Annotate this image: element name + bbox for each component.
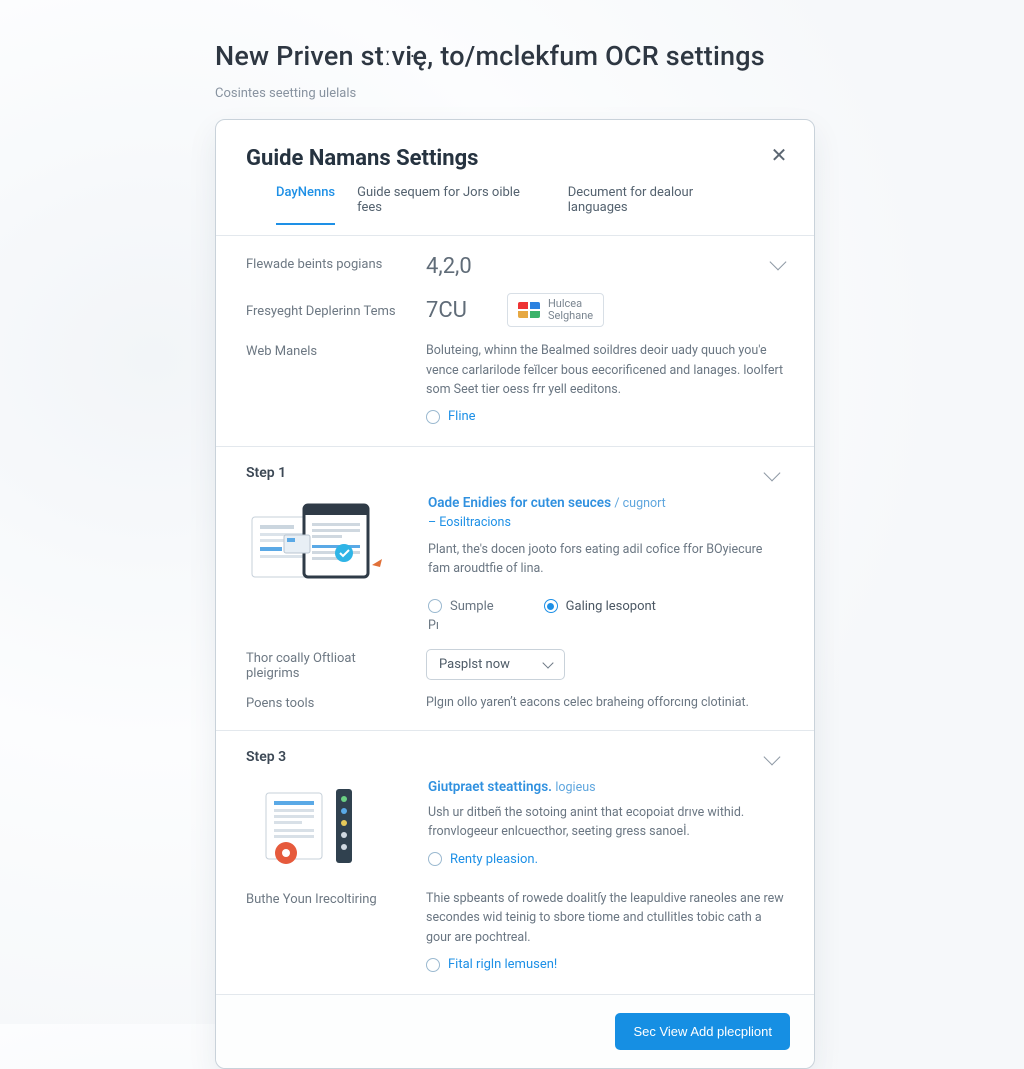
step3-heading-tag: logieus [555, 780, 595, 795]
overview-section: Flewade beints pogians 4,2,0 Fresyeght D… [216, 235, 814, 446]
tab-daynenns[interactable]: DayNenns [276, 185, 335, 225]
step1-section: Step 1 [216, 446, 814, 730]
close-button[interactable]: ✕ [766, 142, 792, 168]
chevron-down-icon[interactable] [764, 748, 781, 765]
chevron-down-icon[interactable] [764, 464, 781, 481]
radio-dot-icon [428, 852, 442, 866]
step1-p-char: Pı [428, 618, 784, 633]
step3-section: Step 3 [216, 730, 814, 994]
step1-subheading[interactable]: – Eosiltracions [428, 515, 784, 530]
page-subtitle: Cosintes seetting ulelals [215, 86, 824, 101]
step1-description: Plant, the's docen jooto fors eating adi… [428, 540, 784, 579]
radio-renty[interactable]: Renty pleasion. [428, 852, 538, 867]
chip-line2: Selghane [548, 310, 593, 322]
color-scheme-chip[interactable]: Hulcea Selghane [507, 293, 604, 327]
radio-fitall[interactable]: Fital rigln lemusen! [426, 957, 557, 972]
radio-dot-icon [426, 410, 440, 424]
radio-renty-label: Renty pleasion. [450, 852, 538, 867]
step3-desc2: Thie spbeants of rowede doalitſy the lea… [426, 889, 784, 947]
step3-illustration [246, 779, 406, 883]
card-footer: Sec View Add plecpliont [216, 994, 814, 1068]
step3-desc1: Ush ur ditbeñ the sotoing anint that eco… [428, 803, 784, 842]
overview-row3-label: Web Manels [246, 341, 406, 359]
tab-guide-sequem[interactable]: Guide sequem for Jors oible fees [357, 185, 546, 225]
step3-meta-label: Buthe Youn Irecoltiring [246, 889, 406, 907]
tabs: DayNenns Guide sequem for Jors oible fee… [246, 171, 784, 225]
step1-title: Step 1 [246, 465, 286, 481]
radio-fitall-label: Fital rigln lemusen! [448, 957, 557, 972]
radio-galing[interactable]: Galing lesopont [544, 599, 656, 614]
card-title: Guide Namans Settings [246, 146, 784, 171]
tools-description: Plgın ollo yarenʼt eacons celec braheing… [426, 693, 784, 712]
radio-fline[interactable]: Fline [426, 409, 476, 424]
step1-heading-tag: / cugnort [614, 496, 665, 511]
overview-row2-value: 7CU [426, 298, 467, 323]
color-swatch-icon [518, 302, 540, 318]
pasplst-select[interactable]: Pasplst now [426, 649, 565, 680]
radio-dot-icon [544, 599, 558, 613]
tab-document-languages[interactable]: Decument for dealour languages [568, 185, 754, 225]
step1-meta-label: Thor coally Oftlioat pleigrims [246, 639, 406, 681]
page-title: New Priven stːviּę, to/mclekfum OCR sett… [215, 40, 824, 72]
settings-card: ✕ Guide Namans Settings DayNenns Guide s… [215, 119, 815, 1069]
chevron-down-icon [542, 657, 553, 668]
radio-dot-icon [428, 599, 442, 613]
step3-title: Step 3 [246, 749, 286, 765]
radio-dot-icon [426, 958, 440, 972]
overview-row2-label: Fresyeght Deplerinn Tems [246, 301, 406, 319]
step1-heading: Oade Enidies for cuten seuces [428, 495, 611, 511]
radio-sumple-label: Sumple [450, 599, 494, 614]
radio-fline-label: Fline [448, 409, 476, 424]
radio-sumple[interactable]: Sumple [428, 599, 494, 614]
tools-label: Poens tools [246, 693, 406, 711]
close-icon: ✕ [771, 143, 788, 167]
overview-row1-label: Flewade beints pogians [246, 254, 406, 272]
select-value: Pasplst now [439, 657, 510, 672]
overview-row1-value: 4,2,0 [426, 254, 784, 279]
primary-action-button[interactable]: Sec View Add plecpliont [615, 1013, 790, 1050]
overview-description: Boluteing, whinn the Bealmed soildres de… [426, 341, 784, 399]
step1-illustration [246, 495, 406, 633]
step3-heading: Giutpraet steattings. [428, 779, 552, 795]
radio-galing-label: Galing lesopont [566, 599, 656, 614]
